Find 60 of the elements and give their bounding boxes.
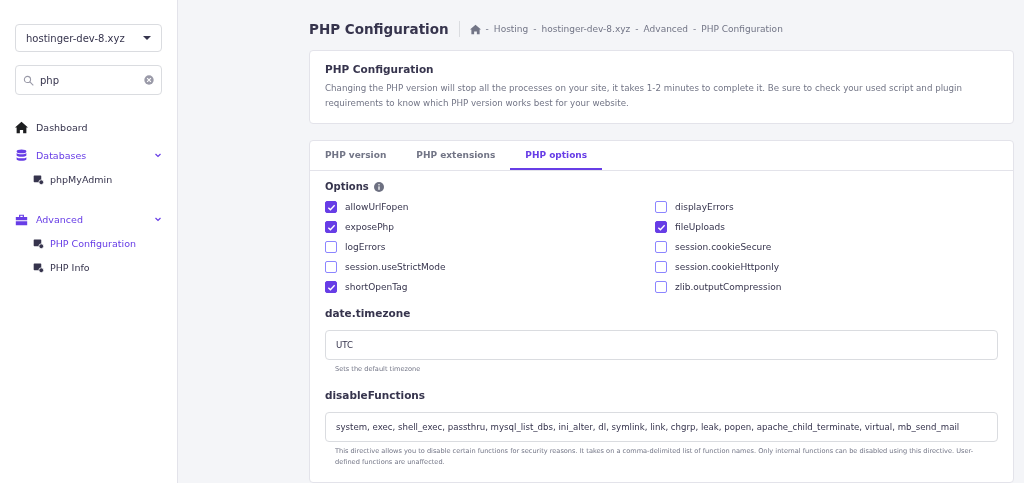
field-label: disableFunctions [325, 389, 427, 401]
server-icon [33, 237, 44, 249]
card-title: PHP Configuration [325, 63, 435, 75]
checkbox[interactable] [325, 281, 337, 293]
checkbox-label: session.cookieHttponly [675, 262, 779, 272]
field-label: date.timezone [325, 307, 412, 319]
checkbox[interactable] [655, 261, 667, 273]
server-icon [33, 173, 44, 185]
chevron-down-icon [154, 151, 162, 159]
database-icon [15, 148, 28, 162]
nav-item[interactable]: Dashboard [15, 115, 162, 139]
breadcrumb-separator: - [635, 24, 639, 34]
tab[interactable]: PHP extensions [401, 141, 511, 170]
breadcrumb-separator: - [693, 24, 697, 34]
search-icon [23, 75, 34, 86]
input-field[interactable]: system, exec, shell_exec, passthru, mysql_list_dbs, ini_alter, dl, symlink, link, chgrp, leak, popen, apache_child_terminate, virtual, mb_send_mail [325, 412, 998, 442]
card-text: Changing the PHP version will stop all the processes on your site, it takes 1-2 minutes to complete it. Be sure to check your used script and plugin requirements to know which PHP version works best for your website. [325, 82, 964, 110]
home-icon [15, 120, 28, 134]
chevron-down-icon [154, 215, 162, 223]
domain-select[interactable]: hostinger-dev-8.xyz [15, 24, 162, 52]
clear-icon[interactable] [144, 75, 154, 85]
breadcrumb-link[interactable]: PHP Configuration [701, 24, 783, 34]
toolbox-icon [15, 212, 28, 226]
home-icon [469, 23, 481, 35]
section-title: Options [325, 181, 369, 192]
checkbox-label: session.useStrictMode [345, 262, 446, 272]
checkbox-label: logErrors [345, 242, 386, 252]
checkbox-label: allowUrlFopen [345, 202, 409, 212]
checkbox-label: fileUploads [675, 222, 725, 232]
page-title: PHP Configuration [309, 21, 460, 37]
checkbox-label: displayErrors [675, 202, 734, 212]
info-icon [373, 181, 384, 192]
checkbox[interactable] [655, 281, 667, 293]
checkbox-label: zlib.outputCompression [675, 282, 782, 292]
checkbox[interactable] [325, 241, 337, 253]
checkbox-label: shortOpenTag [345, 282, 408, 292]
breadcrumb-link[interactable]: hostinger-dev-8.xyz [541, 24, 631, 34]
tab[interactable]: PHP version [310, 141, 402, 170]
breadcrumb-link[interactable]: Hosting [493, 24, 529, 34]
checkbox-label: exposePhp [345, 222, 394, 232]
nav-subitem[interactable]: phpMyAdmin [15, 167, 162, 191]
search-field[interactable]: php [15, 65, 162, 95]
checkbox[interactable] [325, 201, 337, 213]
tab[interactable]: PHP options [510, 141, 603, 170]
breadcrumb-link[interactable]: Advanced [643, 24, 689, 34]
breadcrumb-separator: - [485, 24, 489, 34]
nav-subitem[interactable]: PHP Configuration [15, 231, 162, 255]
nav-item[interactable]: Advanced [15, 207, 162, 231]
checkbox[interactable] [325, 261, 337, 273]
checkbox[interactable] [655, 241, 667, 253]
server-icon [33, 261, 44, 273]
nav-subitem[interactable]: PHP Info [15, 255, 162, 279]
checkbox[interactable] [655, 221, 667, 233]
nav-item[interactable]: Databases [15, 143, 162, 167]
caret-icon [143, 36, 151, 40]
checkbox-label: session.cookieSecure [675, 242, 772, 252]
checkbox[interactable] [655, 201, 667, 213]
input-field[interactable]: UTC [325, 330, 998, 360]
breadcrumb-separator: - [533, 24, 537, 34]
checkbox[interactable] [325, 221, 337, 233]
